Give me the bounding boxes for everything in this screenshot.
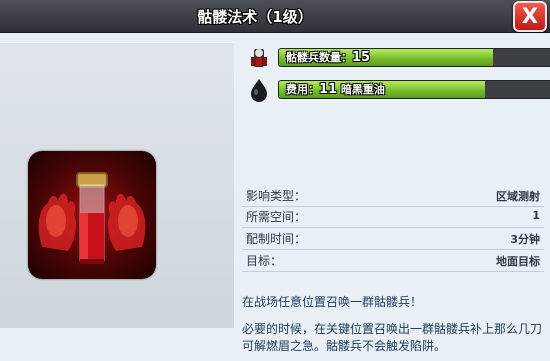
window-title: 骷髅法术（1级） [197, 8, 313, 26]
spell-preview-panel [0, 42, 234, 328]
info-row-brew-time: 配制时间： 3分钟 [242, 228, 544, 250]
info-value: 地面目标 [496, 255, 540, 268]
info-row-effect-type: 影响类型： 区域测射 [242, 185, 544, 207]
close-icon: X [521, 4, 539, 28]
info-value: 1 [532, 209, 540, 222]
description-line-1: 在战场任意位置召唤一群骷髅兵！ [242, 295, 423, 309]
info-key: 配制时间： [246, 232, 307, 246]
content-area: 骷髅兵数量：15 费用：11 暗黑重油 影响类型： 区域测射 所需空间： 1 配… [0, 33, 550, 361]
info-row-housing-space: 所需空间： 1 [242, 206, 544, 228]
info-key: 目标： [246, 254, 283, 268]
skeleton-icon [246, 45, 272, 71]
cost-label: 费用： [286, 83, 319, 96]
info-key: 所需空间： [246, 210, 307, 224]
title-bar: 骷髅法术（1级） X [0, 0, 550, 33]
stat-skeleton-count: 骷髅兵数量：15 [246, 45, 550, 71]
info-value: 3分钟 [510, 233, 540, 246]
cost-value: 11 [319, 82, 338, 97]
stat-cost: 费用：11 暗黑重油 [246, 77, 550, 103]
dark-elixir-icon [246, 77, 272, 103]
description-line-2: 必要的时候，在关键位置召唤出一群骷髅兵补上那么几刀可解燃眉之急。骷髅兵不会触发陷… [242, 322, 543, 353]
cost-currency: 暗黑重油 [337, 83, 385, 96]
info-value: 区域测射 [496, 190, 540, 203]
info-row-target: 目标： 地面目标 [242, 250, 544, 272]
close-button[interactable]: X [513, 1, 547, 32]
skeleton-count-value: 15 [352, 50, 371, 65]
info-key: 影响类型： [246, 189, 307, 203]
skeleton-spell-icon [28, 151, 156, 279]
skeleton-count-label: 骷髅兵数量： [286, 51, 352, 64]
